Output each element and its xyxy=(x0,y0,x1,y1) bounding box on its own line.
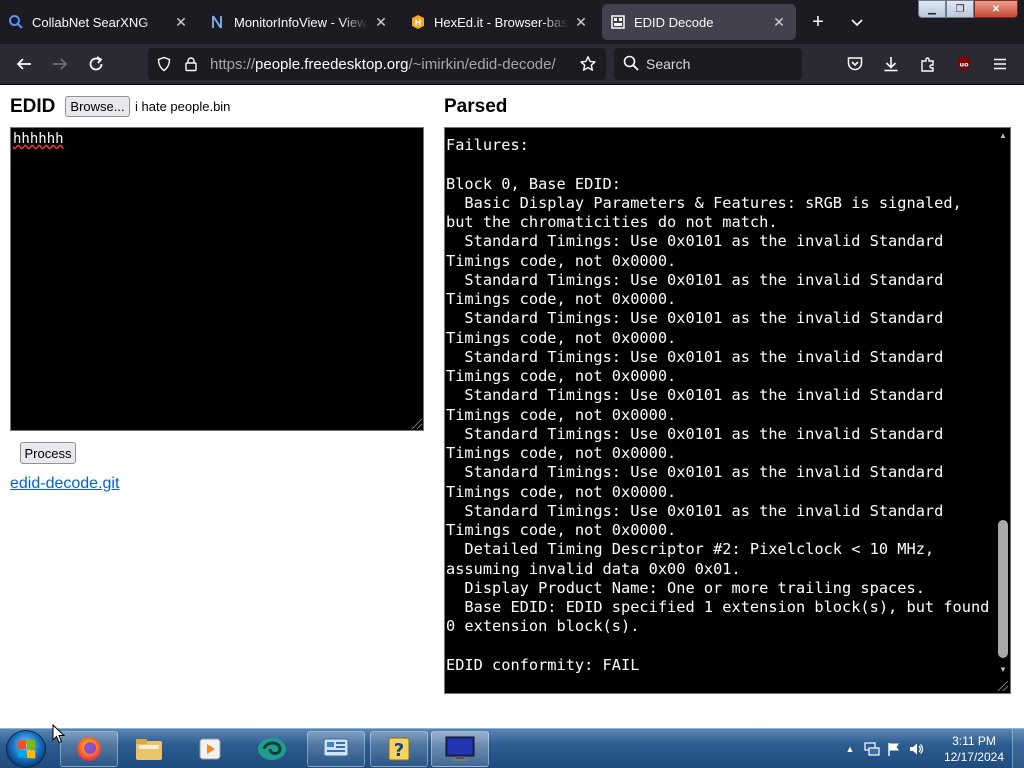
pocket-button[interactable] xyxy=(840,50,870,78)
url-path: /~imirkin/edid-decode/ xyxy=(408,56,556,73)
swirl-app-icon xyxy=(258,738,286,760)
parsed-heading: Parsed xyxy=(444,96,508,117)
ublock-icon: uo xyxy=(957,56,971,72)
volume-icon[interactable] xyxy=(908,741,924,757)
search-icon xyxy=(622,54,642,74)
page-content: EDID Browse... i hate people.bin hhhhhh … xyxy=(0,85,1024,728)
taskbar-swirl-app[interactable] xyxy=(243,731,301,767)
tab-edid-decode[interactable]: EDID Decode ✕ xyxy=(602,4,796,40)
lock-icon[interactable] xyxy=(181,54,201,74)
search-icon xyxy=(8,14,24,30)
close-icon[interactable]: ✕ xyxy=(372,13,390,31)
window-controls: ▁ ❐ ✕ xyxy=(918,0,1018,20)
new-tab-button[interactable]: + xyxy=(804,8,832,36)
firefox-icon xyxy=(77,737,101,761)
hexed-icon: H xyxy=(410,14,426,30)
svg-text:uo: uo xyxy=(959,61,969,69)
url-text[interactable]: https://people.freedesktop.org/~imirkin/… xyxy=(210,56,556,73)
parsed-output-box[interactable]: Failures: Block 0, Base EDID: Basic Disp… xyxy=(444,127,1011,694)
url-bar[interactable]: https://people.freedesktop.org/~imirkin/… xyxy=(148,48,606,80)
taskbar-monitor-app[interactable] xyxy=(431,731,489,767)
process-button[interactable]: Process xyxy=(20,442,76,464)
tab-title: MonitorInfoView - View Monitor xyxy=(234,14,368,30)
close-icon[interactable]: ✕ xyxy=(572,13,590,31)
tab-monitorinfoview[interactable]: MonitorInfoView - View Monitor ✕ xyxy=(202,4,398,40)
back-arrow-icon xyxy=(16,58,31,70)
tab-strip: CollabNet SearXNG ✕ MonitorInfoView - Vi… xyxy=(0,0,1024,44)
extensions-button[interactable] xyxy=(913,50,943,78)
tab-title: CollabNet SearXNG xyxy=(32,14,149,30)
taskbar-media-player[interactable] xyxy=(181,731,239,767)
textarea-value: hhhhhh xyxy=(13,131,64,147)
system-tray: ▲ 3:11 PM 12/17/2024 xyxy=(824,729,1024,768)
reload-icon xyxy=(89,56,103,71)
nirsoft-icon xyxy=(210,14,226,30)
network-icon[interactable] xyxy=(864,741,880,757)
url-host: people.freedesktop.org xyxy=(255,56,409,73)
clock[interactable]: 3:11 PM 12/17/2024 xyxy=(944,733,1004,765)
minimize-button[interactable]: ▁ xyxy=(918,0,946,18)
edid-heading: EDID xyxy=(10,96,56,117)
maximize-button[interactable]: ❐ xyxy=(946,0,974,18)
selected-file-name: i hate people.bin xyxy=(135,99,231,114)
parsed-scrollbar[interactable]: ▲ ▼ xyxy=(996,128,1010,693)
page-icon xyxy=(610,14,626,30)
close-window-button[interactable]: ✕ xyxy=(974,0,1018,18)
browse-button[interactable]: Browse... xyxy=(65,96,130,117)
start-button[interactable] xyxy=(6,730,46,768)
hamburger-menu-icon xyxy=(994,58,1006,70)
download-icon xyxy=(884,57,898,72)
downloads-button[interactable] xyxy=(876,50,906,78)
tab-searxng[interactable]: CollabNet SearXNG ✕ xyxy=(0,4,198,40)
back-button[interactable] xyxy=(9,50,39,78)
action-center-flag-icon[interactable] xyxy=(886,741,902,757)
shield-icon[interactable] xyxy=(154,54,174,74)
media-player-icon xyxy=(199,738,221,760)
search-placeholder: Search xyxy=(646,56,691,72)
monitor-icon xyxy=(445,736,475,761)
tab-title: HexEd.it - Browser-based Online xyxy=(434,14,568,30)
close-icon[interactable]: ✕ xyxy=(770,13,788,31)
file-explorer-icon xyxy=(136,739,162,760)
search-bar[interactable]: Search xyxy=(614,48,802,80)
edid-input-textarea[interactable]: hhhhhh xyxy=(10,127,424,431)
parsed-output-text: Failures: Block 0, Base EDID: Basic Disp… xyxy=(446,136,990,674)
puzzle-icon xyxy=(921,57,934,72)
show-desktop-button[interactable] xyxy=(1012,729,1024,768)
pocket-icon xyxy=(847,57,863,71)
chevron-down-icon xyxy=(851,19,863,27)
app-menu-button[interactable] xyxy=(985,50,1015,78)
forward-arrow-icon xyxy=(53,58,68,70)
help-icon: ? xyxy=(388,737,410,761)
edid-decode-git-link[interactable]: edid-decode.git xyxy=(10,475,119,493)
windows-logo-icon xyxy=(17,739,36,759)
forward-button[interactable] xyxy=(45,50,75,78)
taskbar-help[interactable]: ? xyxy=(370,731,428,767)
ublock-origin-button[interactable]: uo xyxy=(949,50,979,78)
taskbar-control-panel[interactable] xyxy=(307,731,365,767)
tab-hexed[interactable]: H HexEd.it - Browser-based Online ✕ xyxy=(402,4,598,40)
scrollbar-thumb[interactable] xyxy=(998,520,1008,658)
resize-grip-icon[interactable] xyxy=(412,419,422,429)
taskbar-firefox[interactable] xyxy=(60,731,118,767)
tab-title: EDID Decode xyxy=(634,14,714,30)
svg-text:H: H xyxy=(415,19,422,28)
reload-button[interactable] xyxy=(81,50,111,78)
list-all-tabs-button[interactable] xyxy=(843,8,871,36)
taskbar-file-explorer[interactable] xyxy=(120,731,178,767)
scroll-down-arrow-icon[interactable]: ▼ xyxy=(998,665,1008,675)
show-hidden-icons-arrow-icon[interactable]: ▲ xyxy=(842,741,858,757)
windows-taskbar: ? ▲ 3:11 PM 12/17/2024 xyxy=(0,728,1024,768)
scroll-up-arrow-icon[interactable]: ▲ xyxy=(998,131,1008,141)
svg-text:?: ? xyxy=(394,740,404,761)
bookmark-star-icon[interactable] xyxy=(578,54,598,74)
control-panel-icon xyxy=(323,738,349,757)
close-icon[interactable]: ✕ xyxy=(172,13,190,31)
mouse-pointer-icon xyxy=(52,724,66,744)
navigation-toolbar: https://people.freedesktop.org/~imirkin/… xyxy=(0,44,1024,85)
resize-grip-icon[interactable] xyxy=(998,681,1008,691)
clock-date: 12/17/2024 xyxy=(943,750,1004,764)
url-scheme: https:// xyxy=(210,56,256,73)
clock-time: 3:11 PM xyxy=(952,734,996,748)
